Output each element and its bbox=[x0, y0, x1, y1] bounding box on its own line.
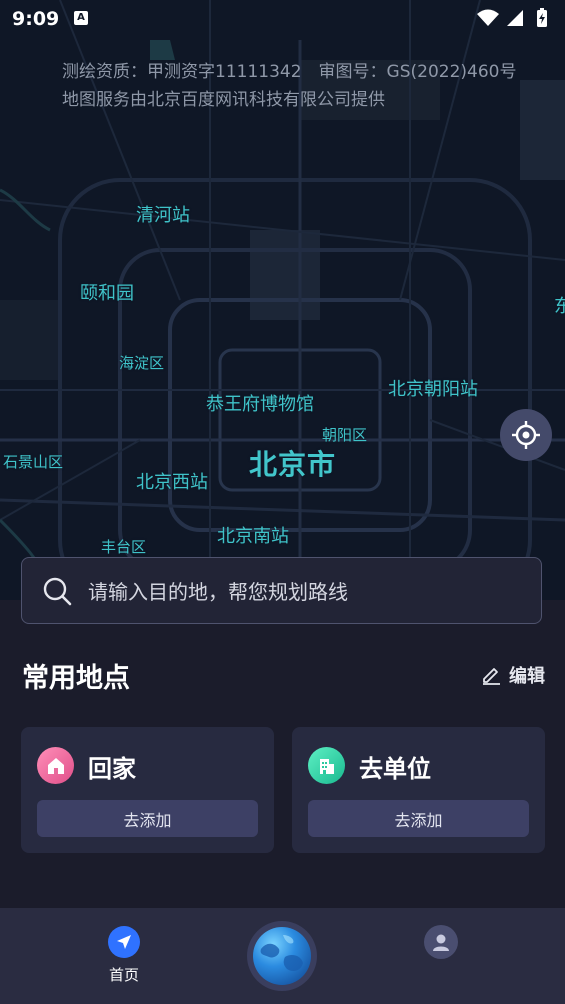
map-label-edge: 东 bbox=[554, 296, 565, 317]
status-time: 9:09 bbox=[12, 8, 60, 30]
section-title: 常用地点 bbox=[22, 663, 130, 694]
edit-icon bbox=[483, 668, 500, 685]
status-bar: 9:09 A bbox=[0, 0, 565, 38]
map-label-fengtai: 丰台区 bbox=[101, 538, 147, 556]
tab-profile[interactable] bbox=[424, 925, 458, 959]
tab-home-label: 首页 bbox=[108, 966, 139, 984]
home-card: 回家 去添加 bbox=[21, 727, 274, 853]
edit-button[interactable]: 编辑 bbox=[481, 662, 545, 688]
user-icon bbox=[433, 934, 449, 951]
work-add-button[interactable]: 去添加 bbox=[308, 800, 529, 837]
globe-button[interactable] bbox=[247, 921, 317, 991]
map-label-gongwangfu: 恭王府博物馆 bbox=[206, 394, 314, 415]
map-credit-line-2: 地图服务由北京百度网讯科技有限公司提供 bbox=[62, 90, 385, 110]
map-label-haidian: 海淀区 bbox=[119, 354, 165, 372]
map-view[interactable]: 测绘资质：甲测资字11111342 审图号：GS(2022)460号 地图服务由… bbox=[0, 0, 565, 600]
battery-icon bbox=[537, 8, 547, 27]
destination-search[interactable]: 请输入目的地，帮您规划路线 bbox=[21, 557, 542, 624]
app-notification-icon: A bbox=[74, 11, 88, 25]
map-label-city: 北京市 bbox=[249, 448, 337, 481]
map-credit-line-1: 测绘资质：甲测资字11111342 审图号：GS(2022)460号 bbox=[62, 62, 517, 82]
locate-button[interactable] bbox=[500, 409, 552, 461]
tab-home[interactable]: 首页 bbox=[104, 926, 144, 985]
signal-icon bbox=[507, 10, 523, 26]
building-icon bbox=[319, 758, 334, 774]
map-label-chaoyang-station: 北京朝阳站 bbox=[388, 379, 478, 400]
map-label-shijingshan: 石景山区 bbox=[3, 453, 64, 471]
search-icon bbox=[43, 577, 72, 605]
navigation-arrow-icon bbox=[108, 926, 140, 958]
wifi-icon bbox=[477, 9, 499, 26]
home-add-button[interactable]: 去添加 bbox=[37, 800, 258, 837]
map-label-south-station: 北京南站 bbox=[217, 526, 289, 547]
home-title: 回家 bbox=[88, 755, 136, 783]
work-title: 去单位 bbox=[359, 755, 431, 783]
globe-icon bbox=[253, 927, 311, 985]
map-label-qinghe: 清河站 bbox=[136, 205, 190, 226]
system-icons bbox=[477, 8, 555, 32]
edit-label: 编辑 bbox=[509, 666, 545, 687]
home-badge bbox=[37, 747, 74, 784]
work-card: 去单位 去添加 bbox=[292, 727, 545, 853]
map-label-chaoyang-district: 朝阳区 bbox=[322, 426, 368, 444]
work-badge bbox=[308, 747, 345, 784]
map-label-yiheyuan: 颐和园 bbox=[80, 283, 134, 304]
map-label-west-station: 北京西站 bbox=[136, 472, 208, 493]
home-icon bbox=[47, 757, 64, 774]
crosshair-icon bbox=[512, 421, 540, 449]
search-placeholder: 请输入目的地，帮您规划路线 bbox=[88, 580, 348, 604]
